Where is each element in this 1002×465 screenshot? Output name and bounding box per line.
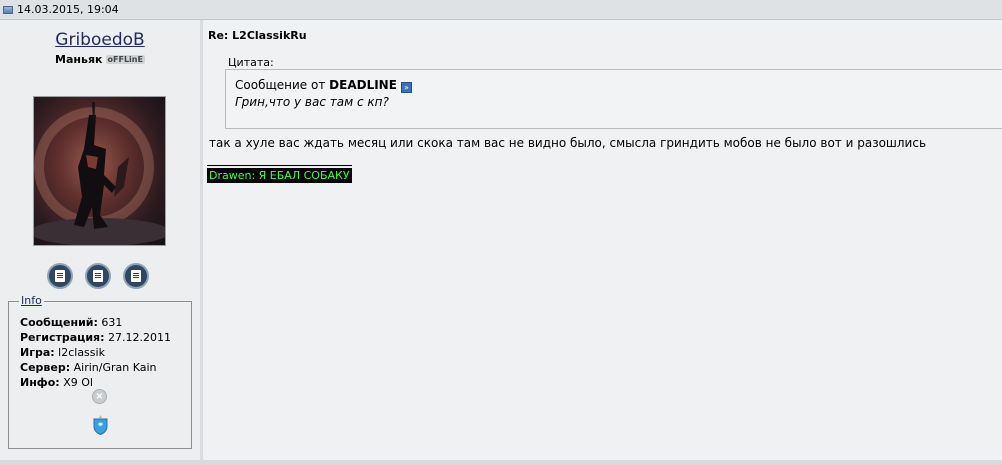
post-header-bar: 14.03.2015, 19:04 xyxy=(0,0,1002,20)
info-row-server: Сервер: Airin/Gran Kain xyxy=(20,361,157,374)
quote-label: Цитата: xyxy=(228,56,274,69)
post-icon xyxy=(3,6,13,14)
info-row-registration: Регистрация: 27.12.2011 xyxy=(20,331,171,344)
private-message-icon[interactable] xyxy=(85,263,111,289)
offline-status-icon: × xyxy=(92,389,107,404)
quote-text: Грин,что у вас там с кп? xyxy=(235,95,389,109)
user-sidebar: GriboedoB Маньяк oFFLinE Info Сообщений: … xyxy=(0,20,200,460)
offline-status-badge: oFFLinE xyxy=(105,55,145,64)
user-rank: Маньяк xyxy=(55,53,103,66)
post-footer-bar xyxy=(0,460,1002,465)
user-info-box: Info Сообщений: 631 Регистрация: 27.12.2… xyxy=(8,294,192,449)
info-row-game: Игра: l2classik xyxy=(20,346,105,359)
user-title: Маньяк oFFLinE xyxy=(0,53,200,66)
username-link[interactable]: GriboedoB xyxy=(0,30,200,50)
quote-box: Сообщение от DEADLINE» Грин,что у вас та… xyxy=(225,69,1002,129)
shield-badge-icon xyxy=(93,415,108,435)
post-title: Re: L2ClassikRu xyxy=(208,29,307,42)
avatar-image xyxy=(34,102,165,245)
signature-divider xyxy=(207,165,352,166)
user-actions xyxy=(45,263,155,291)
quote-header: Сообщение от DEADLINE» xyxy=(235,78,412,93)
info-legend: Info xyxy=(19,294,44,307)
signature: Drawen: Я ЕБАЛ СОБАКУ xyxy=(207,168,352,183)
info-rows: Сообщений: 631 Регистрация: 27.12.2011 И… xyxy=(20,315,171,390)
post-date: 14.03.2015, 19:04 xyxy=(17,3,119,16)
info-row-posts: Сообщений: 631 xyxy=(20,316,123,329)
profile-icon[interactable] xyxy=(47,263,73,289)
user-posts-icon[interactable] xyxy=(123,263,149,289)
info-row-extra: Инфо: X9 Ol xyxy=(20,376,93,389)
quote-from-prefix: Сообщение от xyxy=(235,78,326,92)
view-post-icon[interactable]: » xyxy=(400,82,412,93)
quote-author: DEADLINE xyxy=(329,78,397,92)
post-body-text: так а хуле вас ждать месяц или скока там… xyxy=(209,136,927,150)
avatar[interactable] xyxy=(33,96,166,246)
post-content: Re: L2ClassikRu Цитата: Сообщение от DEA… xyxy=(203,20,1002,460)
